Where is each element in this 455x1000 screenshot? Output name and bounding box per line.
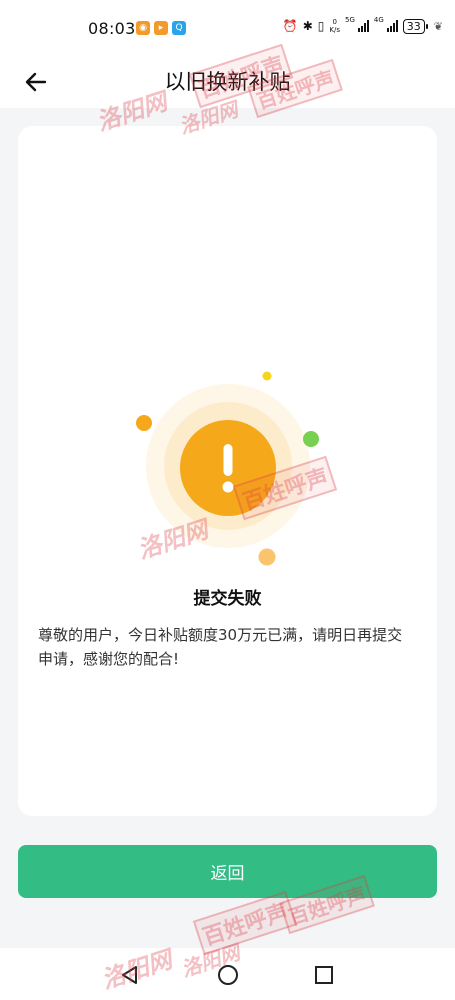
nav-back-triangle-icon[interactable] xyxy=(119,964,141,986)
nav-home-circle-icon[interactable] xyxy=(217,964,239,986)
exclamation-mark-icon xyxy=(223,444,233,476)
page-header: 以旧换新补贴 xyxy=(0,58,455,108)
alarm-icon: ⏰ xyxy=(282,19,298,33)
network-speed: 0 K/s xyxy=(329,18,340,34)
watermark-box: 百姓呼声 xyxy=(192,890,298,956)
network-5g-label: 5G xyxy=(345,16,355,24)
green-dot xyxy=(303,431,319,447)
result-message: 尊敬的用户，今日补贴额度30万元已满，请明日再提交申请，感谢您的配合! xyxy=(38,626,403,668)
return-button[interactable]: 返回 xyxy=(18,845,437,898)
orange-dot xyxy=(136,415,152,431)
network-speed-unit: K/s xyxy=(329,26,340,34)
power-saving-leaf-icon: ❦ xyxy=(433,19,443,33)
bluetooth-icon: ✱ xyxy=(302,19,313,33)
vibrate-icon: ▯ xyxy=(317,19,325,33)
notification-icons: ◉ ▸ Q xyxy=(136,21,186,35)
signal-4g-icon xyxy=(386,20,398,32)
result-title: 提交失败 xyxy=(193,589,262,609)
result-card: 提交失败 尊敬的用户，今日补贴额度30万元已满，请明日再提交申请，感谢您的配合! xyxy=(18,126,437,816)
search-app-icon: Q xyxy=(172,21,186,35)
video-app-icon: ▸ xyxy=(154,21,168,35)
light-orange-dot xyxy=(258,548,276,566)
yellow-dot xyxy=(262,371,272,381)
system-nav-bar xyxy=(0,948,455,1000)
network-speed-value: 0 xyxy=(332,18,337,26)
status-bar: 08:03 ◉ ▸ Q ⏰ ✱ ▯ 0 K/s 5G 4G 33 ❦ xyxy=(0,0,455,58)
status-indicators: ⏰ ✱ ▯ 0 K/s 5G 4G 33 ❦ xyxy=(282,16,443,34)
warning-illustration xyxy=(136,371,319,566)
status-time: 08:03 xyxy=(88,19,136,38)
battery-level: 33 xyxy=(402,18,428,34)
network-4g-label: 4G xyxy=(373,16,384,24)
weibo-app-icon: ◉ xyxy=(136,21,150,35)
page-title: 以旧换新补贴 xyxy=(164,70,291,94)
signal-5g-icon xyxy=(357,20,369,32)
nav-recent-square-icon[interactable] xyxy=(313,964,335,986)
